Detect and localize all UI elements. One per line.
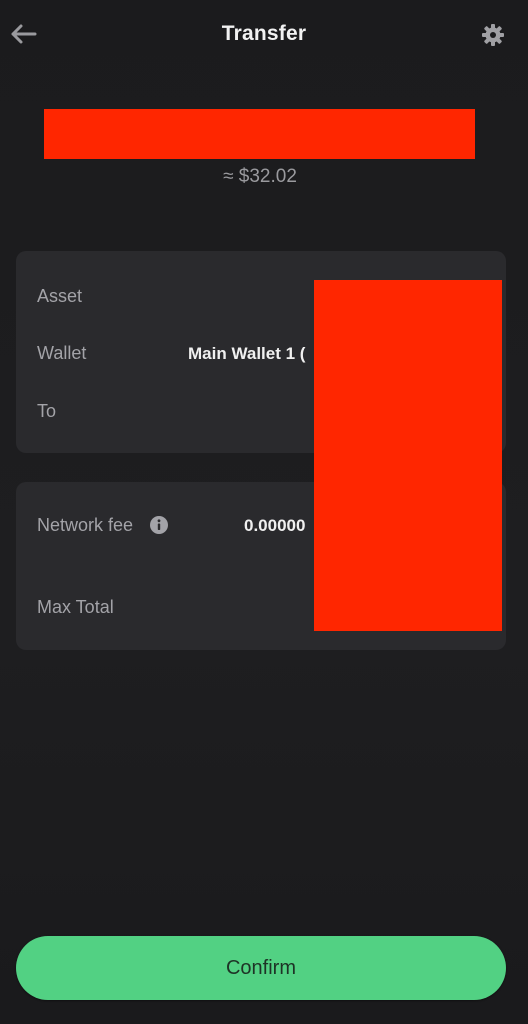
network-fee-label: Network fee — [37, 515, 134, 535]
values-redaction — [314, 280, 502, 631]
amount-redaction — [44, 109, 475, 159]
confirm-button[interactable]: Confirm — [16, 936, 506, 1000]
info-icon[interactable] — [150, 516, 168, 534]
transfer-screen: Transfer ≈ $32.02 Asset Wallet Main Wall… — [0, 0, 528, 1024]
fiat-value: ≈ $32.02 — [223, 166, 297, 187]
to-label: To — [37, 401, 57, 421]
header: Transfer — [0, 0, 528, 70]
max-total-label: Max Total — [37, 597, 114, 617]
wallet-label: Wallet — [37, 343, 87, 363]
gear-icon — [482, 24, 504, 46]
settings-button[interactable] — [480, 22, 506, 48]
page-title: Transfer — [221, 22, 307, 45]
wallet-value: Main Wallet 1 ( — [188, 344, 306, 363]
network-fee-value: 0.00000 — [244, 516, 306, 535]
asset-label: Asset — [37, 286, 83, 306]
